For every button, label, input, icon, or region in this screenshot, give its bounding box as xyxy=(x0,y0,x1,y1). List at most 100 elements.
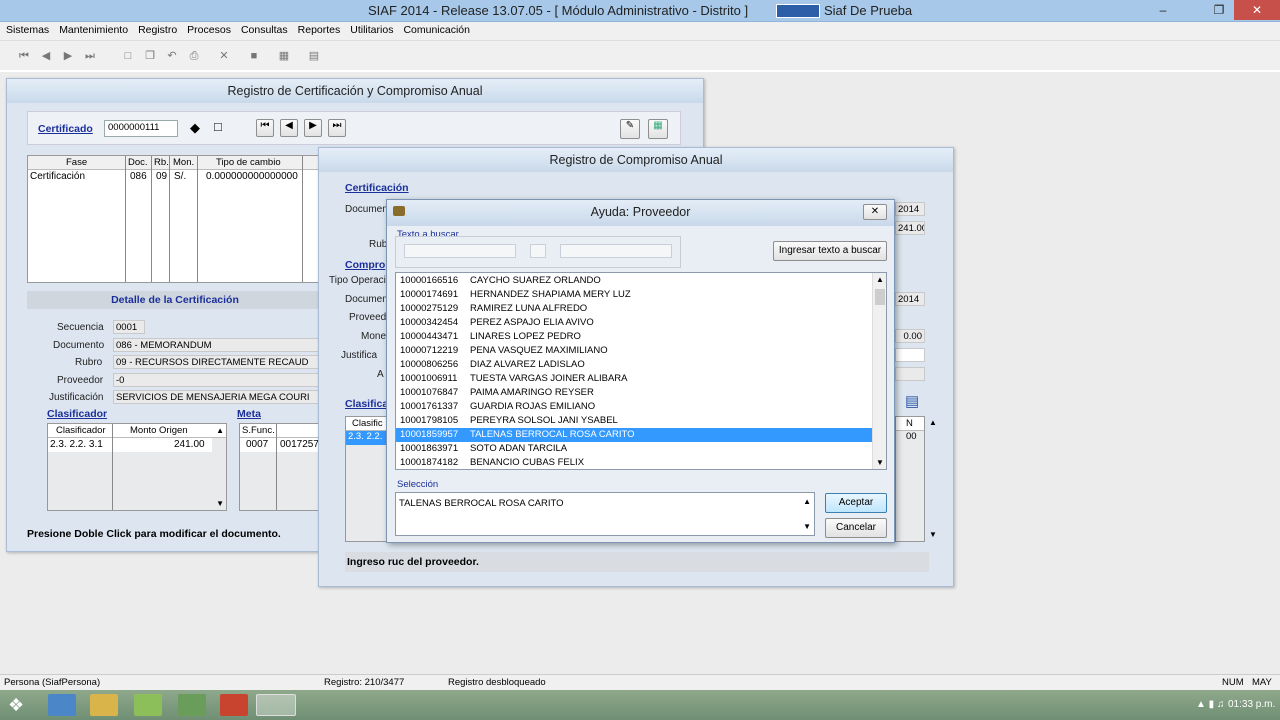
ie-icon[interactable] xyxy=(48,694,76,716)
compromiso-link[interactable]: Compro xyxy=(345,259,385,271)
table-row[interactable]: Certificación 086 09 S/. 0.0000000000000… xyxy=(28,170,322,184)
comp-year2-field: 2014 xyxy=(895,292,925,306)
clasificador-grid[interactable]: Clasificador Monto Origen 2.3. 2.2. 3.1 … xyxy=(47,423,227,511)
cancel-button[interactable]: Cancelar xyxy=(825,518,887,538)
comp-justif-field[interactable] xyxy=(895,348,925,362)
cert-last-icon[interactable]: ⏭ xyxy=(328,119,346,137)
name-cell: DIAZ ALVAREZ LADISLAO xyxy=(470,359,585,370)
prev-record-icon[interactable]: ◀ xyxy=(38,48,54,64)
menu-item-5[interactable]: Reportes xyxy=(294,22,345,38)
scroll-up-icon[interactable]: ▲ xyxy=(803,497,811,506)
menu-item-3[interactable]: Procesos xyxy=(183,22,235,38)
comp-side-grid[interactable]: N 00 xyxy=(895,416,925,542)
list-item[interactable]: 10001874182 BENANCIO CUBAS FELIX xyxy=(396,456,872,470)
menu-item-1[interactable]: Mantenimiento xyxy=(55,22,132,38)
list-item[interactable]: 10000174691 HERNANDEZ SHAPIAMA MERY LUZ xyxy=(396,288,872,302)
menu-item-6[interactable]: Utilitarios xyxy=(346,22,397,38)
cell-doc: 086 xyxy=(130,171,147,182)
restore-icon[interactable]: ❐ xyxy=(1204,0,1234,20)
siaf-taskbar-icon[interactable] xyxy=(256,694,296,716)
new-doc-icon[interactable]: □ xyxy=(120,48,136,64)
first-record-icon[interactable]: ⏮ xyxy=(16,48,32,64)
minimize-icon[interactable]: – xyxy=(1148,0,1178,20)
certificado-link[interactable]: Certificado xyxy=(38,123,93,135)
report-icon[interactable]: ▦ xyxy=(648,119,668,139)
menu-item-7[interactable]: Comunicación xyxy=(399,22,474,38)
certificacion-link[interactable]: Certificación xyxy=(345,182,409,194)
delete-icon[interactable]: ✕ xyxy=(216,48,232,64)
print-icon[interactable]: ⎙ xyxy=(186,48,202,64)
scroll-down-icon[interactable]: ▼ xyxy=(929,530,937,539)
search-input-1[interactable] xyxy=(404,244,516,258)
binoculars-icon[interactable]: ◆ xyxy=(190,120,200,136)
list-item[interactable]: 10001006911 TUESTA VARGAS JOINER ALIBARA xyxy=(396,372,872,386)
scroll-down-icon[interactable]: ▼ xyxy=(876,458,884,467)
search-input-2[interactable] xyxy=(530,244,546,258)
search-input-3[interactable] xyxy=(560,244,672,258)
ruc-cell: 10000342454 xyxy=(400,317,459,328)
cell-clasificador: 2.3. 2.2. 3.1 xyxy=(50,439,103,450)
list-item[interactable]: 10001076847 PAIMA AMARINGO REYSER xyxy=(396,386,872,400)
menu-item-0[interactable]: Sistemas xyxy=(2,22,53,38)
scroll-down-icon[interactable]: ▼ xyxy=(216,499,224,508)
menu-item-2[interactable]: Registro xyxy=(134,22,181,38)
accept-button[interactable]: Aceptar xyxy=(825,493,887,513)
meta-link[interactable]: Meta xyxy=(237,408,261,420)
scroll-up-icon[interactable]: ▲ xyxy=(929,418,937,427)
table-row[interactable]: 2.3. 2.2. 3.1 241.00 xyxy=(48,438,212,452)
windows-start-icon[interactable]: ❖ xyxy=(8,695,24,716)
meta-grid[interactable]: S.Func. 0007 0017257 xyxy=(239,423,323,511)
list-item[interactable]: 10000166516 CAYCHO SUAREZ ORLANDO xyxy=(396,274,872,288)
scroll-down-icon[interactable]: ▼ xyxy=(803,522,811,531)
table-row[interactable]: 0007 0017257 xyxy=(240,438,322,452)
save-icon[interactable]: ▤ xyxy=(905,392,919,410)
ruc-cell: 10001874182 xyxy=(400,457,459,468)
last-record-icon[interactable]: ⏭ xyxy=(82,48,98,64)
cert-header-panel: Certificado 0000000111 ◆ □ ⏮ ◀ ▶ ⏭ ✎ ▦ xyxy=(27,111,681,145)
tool-icon[interactable]: ✎ xyxy=(620,119,640,139)
app-icon-2[interactable] xyxy=(178,694,206,716)
copy-icon[interactable]: ❐ xyxy=(142,48,158,64)
list-item[interactable]: 10001761337 GUARDIA ROJAS EMILIANO xyxy=(396,400,872,414)
list-item[interactable]: 10000275129 RAMIREZ LUNA ALFREDO xyxy=(396,302,872,316)
cert-prev-icon[interactable]: ◀ xyxy=(280,119,298,137)
ruc-cell: 10001859957 xyxy=(400,429,459,440)
list-item[interactable]: 10001798105 PEREYRA SOLSOL JANI YSABEL xyxy=(396,414,872,428)
clasificador-link[interactable]: Clasificador xyxy=(47,408,107,420)
save-icon[interactable]: ■ xyxy=(246,48,262,64)
scroll-up-icon[interactable]: ▲ xyxy=(216,426,224,435)
dialog-close-icon[interactable]: ✕ xyxy=(863,204,887,220)
app-titlebar: SIAF 2014 - Release 13.07.05 - [ Módulo … xyxy=(0,0,1280,22)
list-item[interactable]: 10000342454 PEREZ ASPAJO ELIA AVIVO xyxy=(396,316,872,330)
name-cell: GUARDIA ROJAS EMILIANO xyxy=(470,401,596,412)
cert-first-icon[interactable]: ⏮ xyxy=(256,119,274,137)
proveedor-list[interactable]: 10000166516 CAYCHO SUAREZ ORLANDO 10000174… xyxy=(395,272,887,470)
certificado-input[interactable]: 0000000111 xyxy=(104,120,178,137)
list-item[interactable]: 10001859957 TALENAS BERROCAL ROSA CARITO xyxy=(396,428,872,442)
comp-clasificador-link[interactable]: Clasifica xyxy=(345,398,388,410)
search-button[interactable]: Ingresar texto a buscar xyxy=(773,241,887,261)
explorer-icon[interactable] xyxy=(90,694,118,716)
list-item[interactable]: 10000806256 DIAZ ALVAREZ LADISLAO xyxy=(396,358,872,372)
menu-item-4[interactable]: Consultas xyxy=(237,22,292,38)
powerpoint-icon[interactable] xyxy=(220,694,248,716)
scroll-thumb[interactable] xyxy=(875,289,885,305)
list-item[interactable]: 10000443471 LINARES LOPEZ PEDRO xyxy=(396,330,872,344)
app-icon-1[interactable] xyxy=(134,694,162,716)
list-item[interactable]: 10001863971 SOTO ADAN TARCILA xyxy=(396,442,872,456)
table-row[interactable]: 00 xyxy=(896,431,924,445)
selection-box[interactable]: TALENAS BERROCAL ROSA CARITO ▲ ▼ xyxy=(395,492,815,536)
list-scrollbar[interactable]: ▲ ▼ xyxy=(872,273,886,469)
cert-next-icon[interactable]: ▶ xyxy=(304,119,322,137)
undo-icon[interactable]: ↶ xyxy=(164,48,180,64)
name-cell: RAMIREZ LUNA ALFREDO xyxy=(470,303,588,314)
exit-icon[interactable]: ▤ xyxy=(306,48,322,64)
list-item[interactable]: 10000712219 PENA VASQUEZ MAXIMILIANO xyxy=(396,344,872,358)
cell-rb: 09 xyxy=(156,171,168,182)
close-icon[interactable]: ✕ xyxy=(1234,0,1280,20)
document-icon[interactable]: □ xyxy=(214,119,222,134)
fase-grid[interactable]: Fase Doc. Rb. Mon. Tipo de cambio Certif… xyxy=(27,155,323,283)
grid-icon[interactable]: ▦ xyxy=(276,48,292,64)
next-record-icon[interactable]: ▶ xyxy=(60,48,76,64)
scroll-up-icon[interactable]: ▲ xyxy=(876,275,884,284)
